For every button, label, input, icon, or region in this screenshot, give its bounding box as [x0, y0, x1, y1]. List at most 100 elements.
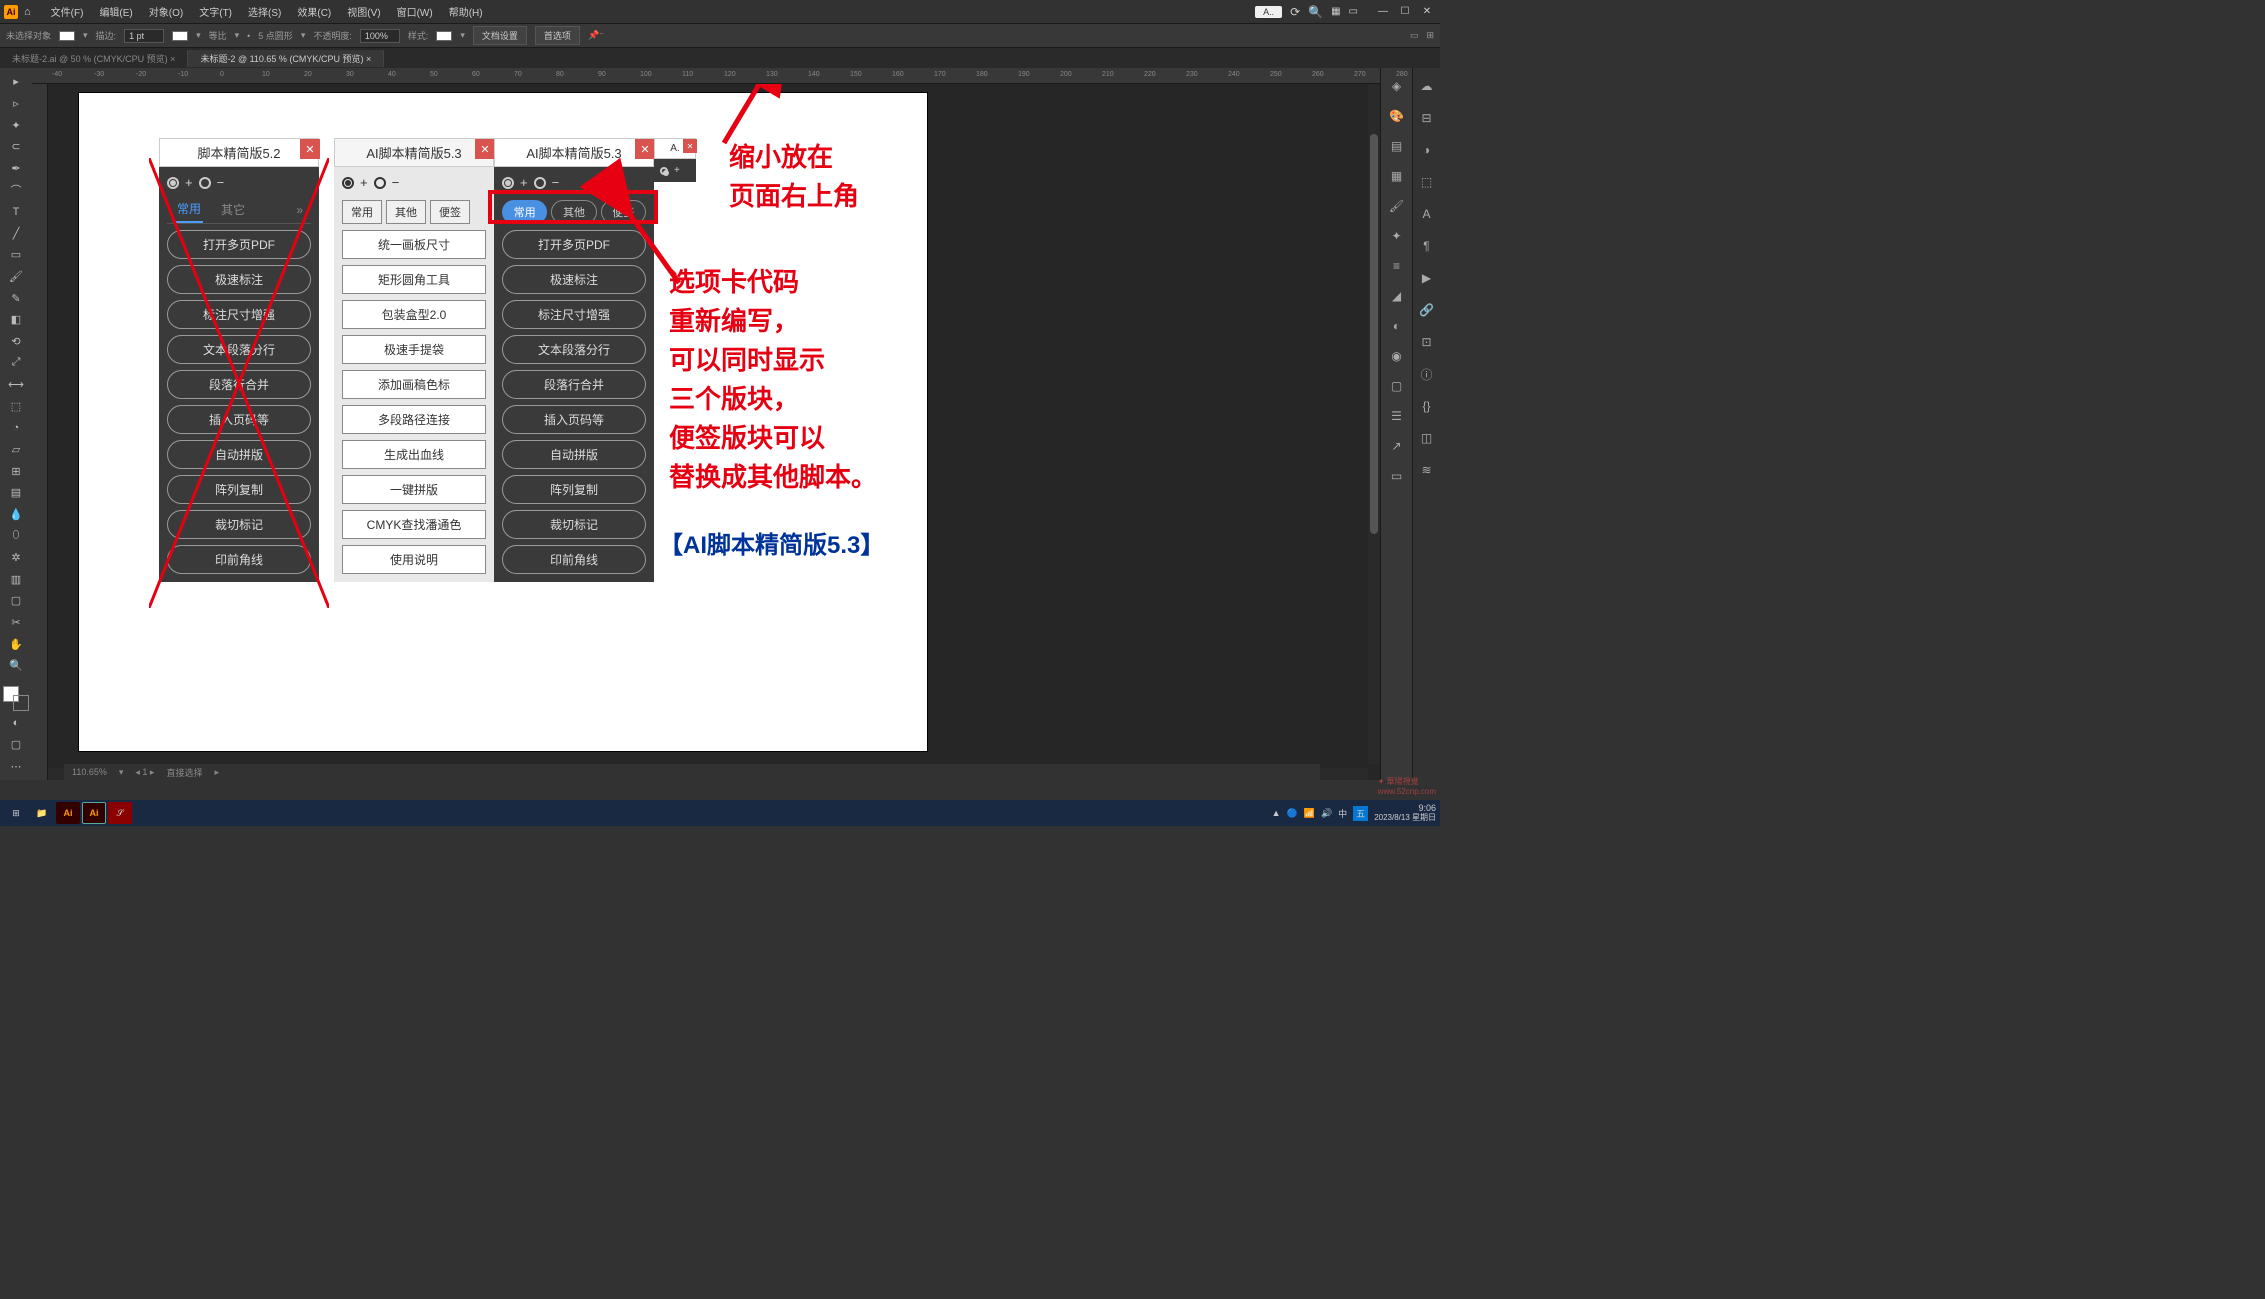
search-icon[interactable]: 🔍 [1308, 5, 1323, 19]
tab-other[interactable]: 其他 [386, 200, 426, 224]
actions-icon[interactable]: ▶ [1417, 268, 1437, 288]
taskbar-ai-1[interactable]: Ai [56, 802, 80, 824]
menu-help[interactable]: 帮助(H) [441, 4, 491, 19]
tray-volume-icon[interactable]: 🔊 [1321, 808, 1332, 819]
free-transform-tool[interactable]: ⬚ [3, 396, 29, 416]
panel-53d-close[interactable]: ✕ [635, 139, 655, 159]
transform-icon[interactable]: ⬚ [1417, 172, 1437, 192]
btn-auto-impose[interactable]: 自动拼版 [502, 440, 646, 469]
radio-off-icon[interactable] [534, 177, 546, 189]
rectangle-tool[interactable]: ▭ [3, 245, 29, 265]
perspective-tool[interactable]: ▱ [3, 440, 29, 460]
btn-bag[interactable]: 极速手提袋 [342, 335, 486, 364]
appearance-icon[interactable]: ◉ [1387, 346, 1407, 366]
align-icon[interactable]: ⊟ [1417, 108, 1437, 128]
paragraph-icon[interactable]: ¶ [1417, 236, 1437, 256]
btn-merge-lines[interactable]: 段落行合并 [502, 370, 646, 399]
maximize-button[interactable]: ☐ [1396, 5, 1414, 19]
separations-icon[interactable]: ◫ [1417, 428, 1437, 448]
btn-crop-marks[interactable]: 裁切标记 [167, 510, 311, 539]
sync-icon[interactable]: ⟳ [1290, 5, 1300, 19]
zoom-tool[interactable]: 🔍 [3, 656, 29, 676]
type-tool[interactable]: T [3, 202, 29, 222]
radio-on-icon[interactable] [502, 177, 514, 189]
symbols-icon[interactable]: ✦ [1387, 226, 1407, 246]
radio-off-icon[interactable] [374, 177, 386, 189]
zoom-level[interactable]: 110.65% [72, 767, 107, 777]
eyedropper-tool[interactable]: 💧 [3, 505, 29, 525]
btn-box-type[interactable]: 包装盒型2.0 [342, 300, 486, 329]
width-tool[interactable]: ⟷ [3, 375, 29, 395]
graphic-styles-icon[interactable]: ▢ [1387, 376, 1407, 396]
ruler-horizontal[interactable]: -40-30-20-100102030405060708090100110120… [32, 68, 1380, 84]
magic-wand-tool[interactable]: ✦ [3, 115, 29, 135]
eraser-tool[interactable]: ◧ [3, 310, 29, 330]
btn-page-number[interactable]: 插入页码等 [502, 405, 646, 434]
stroke-swatch[interactable] [172, 31, 188, 41]
btn-open-pdf[interactable]: 打开多页PDF [502, 230, 646, 259]
transparency-icon[interactable]: ◐ [1387, 316, 1407, 336]
stroke-icon[interactable]: ≡ [1387, 256, 1407, 276]
btn-help[interactable]: 使用说明 [342, 545, 486, 574]
btn-auto-impose[interactable]: 自动拼版 [167, 440, 311, 469]
start-button[interactable]: ⊞ [4, 802, 28, 824]
pen-tool[interactable]: ✒ [3, 159, 29, 179]
panel-group-icon[interactable]: ⊞ [1426, 30, 1434, 41]
type-panel-icon[interactable]: A [1417, 204, 1437, 224]
tab-common[interactable]: 常用 [502, 200, 547, 224]
hand-tool[interactable]: ✋ [3, 634, 29, 654]
minimized-script-panel[interactable]: A.. [1255, 6, 1282, 18]
css-icon[interactable]: {} [1417, 396, 1437, 416]
tab-other[interactable]: 其他 [551, 200, 596, 224]
fill-swatch[interactable] [59, 31, 75, 41]
menu-type[interactable]: 文字(T) [191, 4, 240, 19]
menu-select[interactable]: 选择(S) [240, 4, 289, 19]
variables-icon[interactable]: ≋ [1417, 460, 1437, 480]
tray-icon[interactable]: 🔵 [1287, 808, 1298, 819]
close-button[interactable]: ✕ [1418, 5, 1436, 19]
btn-array-copy[interactable]: 阵列复制 [502, 475, 646, 504]
btn-color-swatch[interactable]: 添加画稿色标 [342, 370, 486, 399]
taskbar-ai-2[interactable]: Ai [82, 802, 106, 824]
btn-corner-marks[interactable]: 印前角线 [167, 545, 311, 574]
btn-round-rect[interactable]: 矩形圆角工具 [342, 265, 486, 294]
tray-ime2-icon[interactable]: 五 [1353, 806, 1368, 821]
panel-53l-close[interactable]: ✕ [475, 139, 495, 159]
btn-bleed[interactable]: 生成出血线 [342, 440, 486, 469]
paintbrush-tool[interactable]: 🖌 [3, 267, 29, 287]
panel-toggle-icon[interactable]: ▭ [1410, 30, 1419, 41]
properties-icon[interactable]: ◈ [1387, 76, 1407, 96]
mesh-tool[interactable]: ⊞ [3, 461, 29, 481]
home-icon[interactable]: ⌂ [24, 6, 31, 18]
shaper-tool[interactable]: ✎ [3, 288, 29, 308]
navigator-icon[interactable]: ⊡ [1417, 332, 1437, 352]
panel-52-radios[interactable]: + − [167, 175, 311, 190]
minimize-button[interactable]: — [1374, 5, 1392, 19]
tab-notes[interactable]: 便签 [601, 200, 646, 224]
stroke-color[interactable] [13, 695, 29, 711]
color-guide-icon[interactable]: ▤ [1387, 136, 1407, 156]
menu-view[interactable]: 视图(V) [339, 4, 388, 19]
btn-cmyk-pantone[interactable]: CMYK查找潘通色 [342, 510, 486, 539]
scrollbar-vertical[interactable] [1368, 84, 1380, 764]
radio-on-icon[interactable] [660, 167, 668, 175]
gradient-tool[interactable]: ▤ [3, 483, 29, 503]
symbol-sprayer-tool[interactable]: ✲ [3, 548, 29, 568]
tab-other[interactable]: 其它 [219, 197, 247, 222]
btn-merge-lines[interactable]: 段落行合并 [167, 370, 311, 399]
clock-date[interactable]: 2023/8/13 星期日 [1374, 814, 1436, 823]
doc-tab-2[interactable]: 未标题-2 @ 110.65 % (CMYK/CPU 预览) × [188, 50, 384, 67]
pathfinder-icon[interactable]: ◑ [1417, 140, 1437, 160]
links-icon[interactable]: 🔗 [1417, 300, 1437, 320]
shape-builder-tool[interactable]: ◔ [3, 418, 29, 438]
artboards-icon[interactable]: ▭ [1387, 466, 1407, 486]
btn-array-copy[interactable]: 阵列复制 [167, 475, 311, 504]
radio-on-icon[interactable] [342, 177, 354, 189]
brush-label[interactable]: 5 点圆形 [258, 29, 293, 42]
curvature-tool[interactable]: ⌒ [3, 180, 29, 200]
btn-corner-marks[interactable]: 印前角线 [502, 545, 646, 574]
panel-52-close[interactable]: ✕ [300, 139, 320, 159]
btn-text-split[interactable]: 文本段落分行 [167, 335, 311, 364]
libraries-icon[interactable]: ☁ [1417, 76, 1437, 96]
taskbar-app[interactable]: 𝒮 [108, 802, 132, 824]
